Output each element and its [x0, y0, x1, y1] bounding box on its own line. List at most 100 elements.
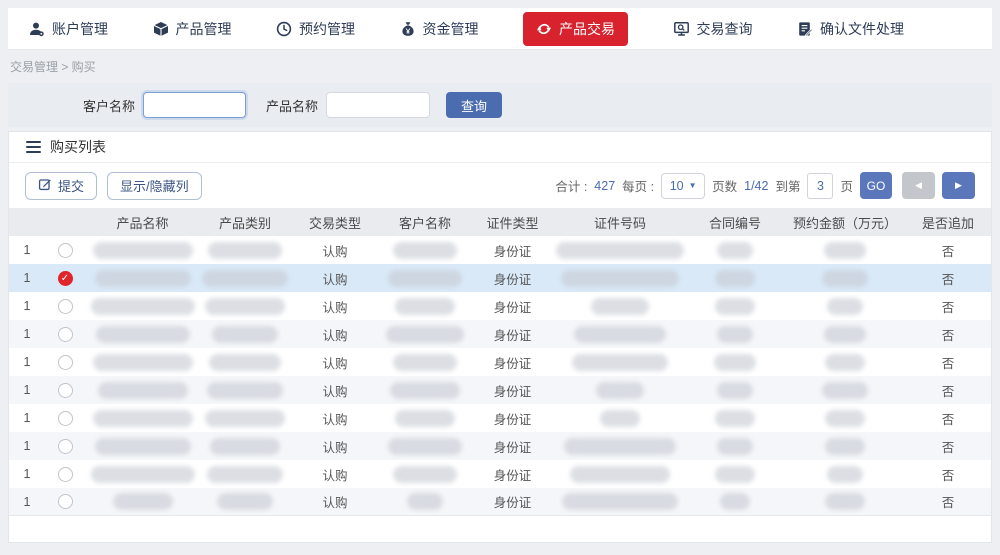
- per-page-select[interactable]: 10 ▼: [661, 173, 705, 199]
- row-radio[interactable]: [58, 355, 73, 370]
- cell-cert-type: 身份证: [470, 241, 555, 260]
- redacted-value: [93, 242, 193, 259]
- toggle-columns-button[interactable]: 显示/隐藏列: [107, 172, 202, 200]
- redacted-value: [824, 242, 866, 259]
- redacted-value: [217, 493, 273, 510]
- panel-title-bar: 购买列表: [9, 132, 991, 163]
- nav-item-fund-management[interactable]: 资金管理: [400, 19, 479, 39]
- row-radio[interactable]: [58, 467, 73, 482]
- search-bar: 客户名称 产品名称 查询: [8, 83, 992, 127]
- cell-contract-number: [685, 410, 785, 427]
- row-radio[interactable]: [58, 411, 73, 426]
- cell-contract-number: [685, 242, 785, 259]
- cell-reserved-amount: [785, 270, 905, 287]
- nav-item-label: 产品交易: [559, 19, 615, 39]
- panel-title: 购买列表: [50, 137, 106, 157]
- row-radio[interactable]: [58, 383, 73, 398]
- cell-is-append: 否: [905, 353, 991, 372]
- redacted-value: [570, 466, 670, 483]
- user-gear-icon: [28, 21, 45, 37]
- nav-item-label: 产品管理: [176, 19, 232, 39]
- product-name-input[interactable]: [326, 92, 430, 118]
- nav-item-label: 交易查询: [697, 19, 753, 39]
- redacted-value: [95, 270, 191, 287]
- nav-item-trade-query[interactable]: 交易查询: [673, 19, 753, 39]
- next-page-button[interactable]: ▶: [942, 172, 975, 199]
- goto-page-input[interactable]: [807, 173, 833, 199]
- nav-item-product-trading[interactable]: 产品交易: [523, 12, 628, 46]
- list-toolbar: 提交 显示/隐藏列 合计 : 427 每页 : 10 ▼ 页数 1/42 到第 …: [9, 163, 991, 208]
- cell-is-append: 否: [905, 465, 991, 484]
- redacted-value: [93, 410, 193, 427]
- redacted-value: [572, 354, 668, 371]
- cell-trade-type: 认购: [290, 297, 380, 316]
- cell-cert-number: [555, 410, 685, 427]
- row-radio[interactable]: [58, 439, 73, 454]
- goto-label: 到第: [775, 176, 800, 195]
- nav-item-product-management[interactable]: 产品管理: [153, 19, 232, 39]
- row-radio[interactable]: [58, 327, 73, 342]
- table-header-row: 产品名称 产品类别 交易类型 客户名称 证件类型 证件号码 合同编号 预约金额（…: [9, 208, 991, 236]
- redacted-value: [202, 270, 288, 287]
- row-select: [45, 411, 85, 426]
- cell-product-category: [200, 270, 290, 287]
- row-index: 1: [9, 299, 45, 313]
- cell-customer-name: [380, 354, 470, 371]
- redacted-value: [390, 382, 460, 399]
- redacted-value: [407, 493, 443, 510]
- redacted-value: [393, 242, 457, 259]
- header-reserved-amount: 预约金额（万元）: [785, 213, 905, 232]
- cell-contract-number: [685, 438, 785, 455]
- swap-arrows-icon: [536, 21, 552, 37]
- cell-product-category: [200, 438, 290, 455]
- redacted-value: [98, 382, 188, 399]
- row-radio[interactable]: [58, 494, 73, 509]
- cell-reserved-amount: [785, 466, 905, 483]
- customer-name-label: 客户名称: [83, 96, 135, 115]
- cell-cert-number: [555, 298, 685, 315]
- cell-product-category: [200, 382, 290, 399]
- redacted-value: [596, 382, 644, 399]
- query-button[interactable]: 查询: [446, 92, 502, 118]
- cell-is-append: 否: [905, 269, 991, 288]
- cell-customer-name: [380, 298, 470, 315]
- cell-reserved-amount: [785, 298, 905, 315]
- redacted-value: [822, 382, 868, 399]
- cell-customer-name: [380, 466, 470, 483]
- cell-product-name: [85, 466, 200, 483]
- redacted-value: [212, 326, 278, 343]
- row-radio-checked[interactable]: ✓: [58, 271, 73, 286]
- row-select: [45, 355, 85, 370]
- table-row: 1认购身份证否: [9, 348, 991, 376]
- header-product-category: 产品类别: [200, 213, 290, 232]
- nav-item-account-management[interactable]: 账户管理: [28, 19, 108, 39]
- redacted-value: [825, 438, 865, 455]
- cell-contract-number: [685, 298, 785, 315]
- cell-customer-name: [380, 242, 470, 259]
- cell-customer-name: [380, 410, 470, 427]
- redacted-value: [715, 298, 755, 315]
- row-radio[interactable]: [58, 299, 73, 314]
- previous-page-button[interactable]: ◀: [902, 172, 935, 199]
- cell-cert-number: [555, 382, 685, 399]
- redacted-value: [556, 242, 684, 259]
- cell-cert-type: 身份证: [470, 353, 555, 372]
- cell-cert-number: [555, 493, 685, 510]
- redacted-value: [386, 326, 464, 343]
- submit-button[interactable]: 提交: [25, 172, 97, 200]
- redacted-value: [210, 438, 280, 455]
- redacted-value: [561, 270, 679, 287]
- nav-item-confirmation-file-processing[interactable]: 确认文件处理: [797, 19, 904, 39]
- go-button[interactable]: GO: [860, 172, 892, 199]
- redacted-value: [717, 242, 753, 259]
- redacted-value: [395, 298, 455, 315]
- cell-contract-number: [685, 270, 785, 287]
- redacted-value: [93, 354, 193, 371]
- nav-item-reservation-management[interactable]: 预约管理: [276, 19, 355, 39]
- row-radio[interactable]: [58, 243, 73, 258]
- row-index: 1: [9, 439, 45, 453]
- header-contract-number: 合同编号: [685, 213, 785, 232]
- redacted-value: [717, 326, 753, 343]
- customer-name-input[interactable]: [143, 92, 246, 118]
- cell-cert-number: [555, 270, 685, 287]
